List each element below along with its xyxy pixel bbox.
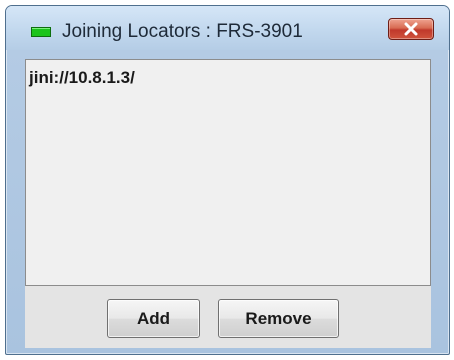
status-indicator-icon <box>31 27 51 37</box>
close-button[interactable] <box>388 18 434 40</box>
locator-list[interactable]: jini://10.8.1.3/ <box>25 59 431 286</box>
joining-locators-window: Joining Locators : FRS-3901 jini://10.8.… <box>5 5 450 355</box>
close-x-icon <box>404 22 418 36</box>
list-item[interactable]: jini://10.8.1.3/ <box>29 68 135 88</box>
window-title: Joining Locators : FRS-3901 <box>62 21 303 42</box>
title-bar[interactable]: Joining Locators : FRS-3901 <box>6 6 449 50</box>
add-button[interactable]: Add <box>107 299 200 338</box>
remove-button[interactable]: Remove <box>218 299 339 338</box>
button-bar: Add Remove <box>25 286 431 348</box>
